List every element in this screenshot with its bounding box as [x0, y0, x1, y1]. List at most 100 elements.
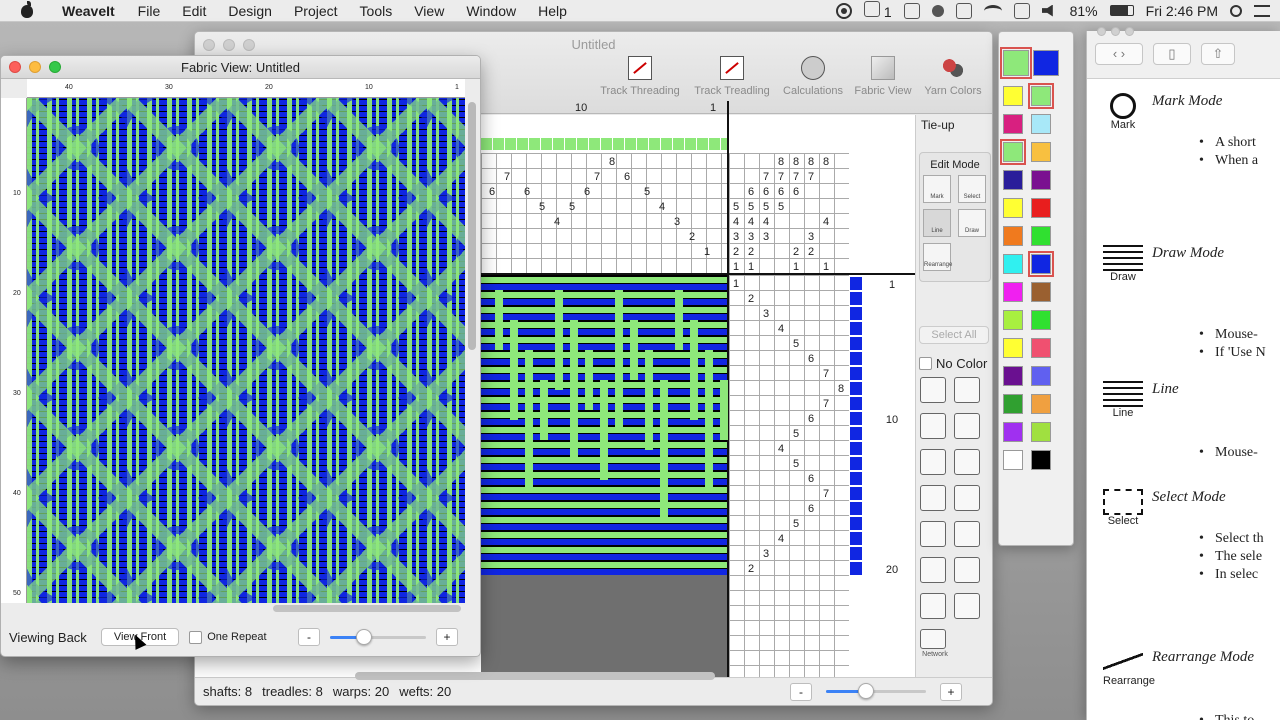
airplay-icon[interactable]: [1013, 2, 1030, 19]
pattern-icon[interactable]: [954, 557, 980, 583]
wifi-icon[interactable]: [983, 4, 1002, 17]
undo-icon[interactable]: [920, 377, 946, 403]
palette-swatch[interactable]: [1031, 282, 1051, 302]
network-icon[interactable]: [920, 629, 946, 649]
select-mode-button[interactable]: Select: [958, 175, 986, 203]
paste-special-icon[interactable]: [954, 449, 980, 475]
palette-swatch[interactable]: [1003, 422, 1023, 442]
treadling-grid[interactable]: [729, 275, 849, 680]
palette-swatch[interactable]: [1000, 139, 1026, 165]
palette-swatch[interactable]: [1003, 310, 1023, 330]
fabric-vertical-scrollbar[interactable]: [468, 102, 476, 350]
share-icon[interactable]: ⇧: [1201, 43, 1235, 65]
one-repeat-checkbox[interactable]: [189, 630, 203, 644]
color-mix-icon[interactable]: [954, 377, 980, 403]
copy-icon[interactable]: [954, 413, 980, 439]
primary-color-swatch[interactable]: [1000, 47, 1032, 79]
main-zoom-knob[interactable]: [858, 683, 874, 699]
menu-app-name[interactable]: WeaveIt: [50, 3, 127, 19]
palette-swatch[interactable]: [1031, 198, 1051, 218]
dropbox-icon[interactable]: [903, 2, 920, 19]
palette-swatch[interactable]: [1003, 338, 1023, 358]
line-mode-button[interactable]: Line: [923, 209, 951, 237]
no-color-toggle[interactable]: No Color: [919, 356, 992, 371]
palette-swatch[interactable]: [1031, 142, 1051, 162]
palette-swatch[interactable]: [1031, 422, 1051, 442]
help-zoom-button[interactable]: [1125, 27, 1134, 36]
status-counter[interactable]: 1: [863, 1, 892, 20]
select-all-button[interactable]: Select All: [919, 326, 989, 344]
secondary-color-swatch[interactable]: [1033, 50, 1059, 76]
palette-swatch[interactable]: [1031, 450, 1051, 470]
notification-center-icon[interactable]: [1254, 4, 1270, 17]
insert-icon[interactable]: [920, 557, 946, 583]
palette-swatch[interactable]: [1003, 170, 1023, 190]
palette-swatch[interactable]: [1031, 310, 1051, 330]
fabric-zoom-in-button[interactable]: +: [436, 628, 458, 646]
paste-icon[interactable]: [920, 449, 946, 475]
palette-swatch[interactable]: [1028, 83, 1054, 109]
screen-record-icon[interactable]: [835, 2, 852, 19]
menu-tools[interactable]: Tools: [349, 0, 404, 22]
no-color-checkbox[interactable]: [919, 357, 932, 370]
fabric-zoom-slider[interactable]: [330, 628, 426, 645]
fabric-horizontal-scrollbar[interactable]: [273, 605, 461, 612]
main-horizontal-scrollbar[interactable]: [355, 672, 715, 680]
calculations-button[interactable]: Calculations: [780, 56, 846, 97]
help-minimize-button[interactable]: [1111, 27, 1120, 36]
menu-help[interactable]: Help: [527, 0, 578, 22]
help-close-button[interactable]: [1097, 27, 1106, 36]
fabric-zoom-out-button[interactable]: -: [298, 628, 320, 646]
menu-view[interactable]: View: [403, 0, 455, 22]
bluetooth-icon[interactable]: [955, 2, 972, 19]
volume-icon[interactable]: [1041, 4, 1053, 17]
draw-mode-button[interactable]: Draw: [958, 209, 986, 237]
rotate-icon[interactable]: [954, 521, 980, 547]
palette-swatch[interactable]: [1031, 394, 1051, 414]
weft-color-column[interactable]: [850, 275, 862, 575]
main-zoom-slider[interactable]: [826, 683, 926, 699]
palette-swatch[interactable]: [1003, 86, 1023, 106]
battery-icon[interactable]: [1109, 5, 1134, 16]
flip-icon[interactable]: [954, 485, 980, 511]
cut-icon[interactable]: [920, 413, 946, 439]
main-zoom-in-button[interactable]: +: [940, 682, 962, 701]
one-repeat-toggle[interactable]: One Repeat: [189, 630, 267, 644]
yarn-colors-button[interactable]: Yarn Colors: [920, 56, 986, 97]
palette-swatch[interactable]: [1003, 282, 1023, 302]
spotlight-search-icon[interactable]: [1230, 4, 1242, 17]
shift-icon[interactable]: [920, 593, 946, 619]
palette-swatch[interactable]: [1003, 198, 1023, 218]
mark-mode-button[interactable]: Mark: [923, 175, 951, 203]
fabric-preview[interactable]: [27, 98, 465, 603]
clipboard-icon[interactable]: [920, 485, 946, 511]
palette-swatch[interactable]: [1031, 114, 1051, 134]
threading-grid[interactable]: [481, 153, 727, 273]
palette-swatch[interactable]: [1031, 226, 1051, 246]
palette-swatch[interactable]: [1003, 226, 1023, 246]
palette-swatch[interactable]: [1028, 251, 1054, 277]
palette-swatch[interactable]: [1031, 338, 1051, 358]
palette-swatch[interactable]: [1031, 366, 1051, 386]
sidebar-toggle-icon[interactable]: ▯: [1153, 43, 1191, 65]
apple-icon[interactable]: [18, 0, 38, 22]
fabric-view-button[interactable]: Fabric View: [850, 56, 916, 97]
repeat-icon[interactable]: [954, 593, 980, 619]
battery-percent[interactable]: 81%: [1070, 3, 1098, 19]
menu-file[interactable]: File: [127, 0, 172, 22]
palette-swatch[interactable]: [1003, 254, 1023, 274]
menu-edit[interactable]: Edit: [171, 0, 217, 22]
main-zoom-out-button[interactable]: -: [790, 682, 812, 701]
fabric-zoom-knob[interactable]: [355, 628, 372, 645]
palette-swatch[interactable]: [1003, 394, 1023, 414]
rearrange-mode-button[interactable]: Rearrange: [923, 243, 952, 271]
palette-swatch[interactable]: [1003, 114, 1023, 134]
track-threading-button[interactable]: Track Threading: [596, 56, 684, 97]
warp-color-strip[interactable]: [481, 138, 727, 150]
clock[interactable]: Fri 2:46 PM: [1146, 3, 1218, 19]
palette-swatch[interactable]: [1003, 450, 1023, 470]
palette-swatch[interactable]: [1031, 170, 1051, 190]
help-back-forward[interactable]: ‹ ›: [1095, 43, 1143, 65]
menu-project[interactable]: Project: [283, 0, 349, 22]
palette-swatch[interactable]: [1003, 366, 1023, 386]
